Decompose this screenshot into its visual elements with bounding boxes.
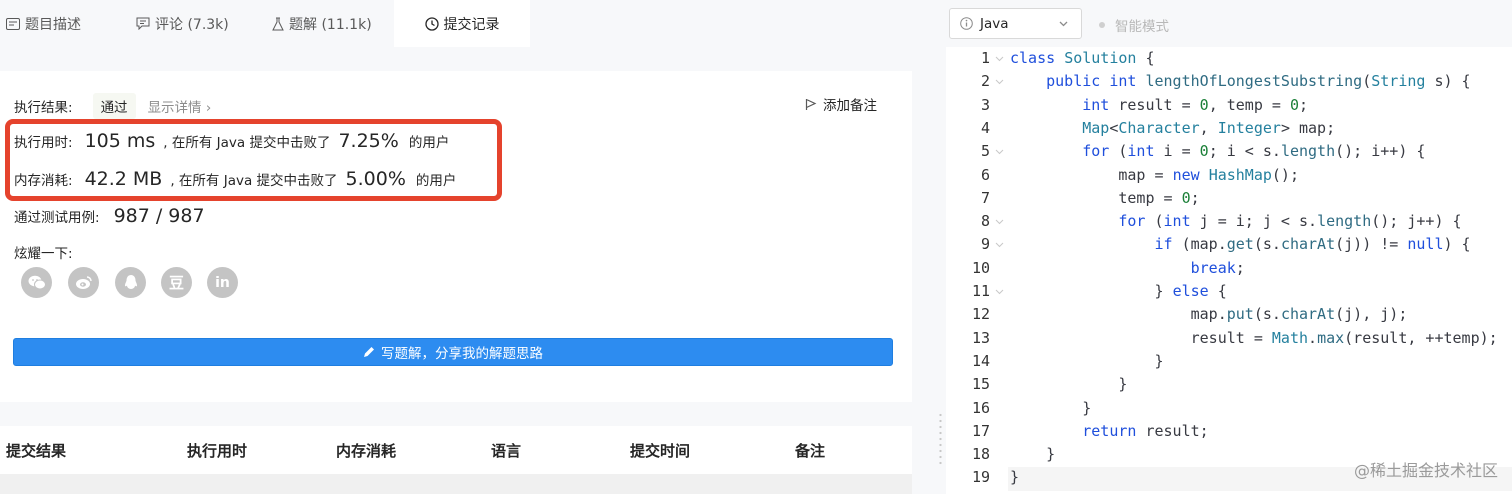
flask-icon xyxy=(272,17,284,30)
line-number: 17 xyxy=(971,421,990,440)
left-pane: 题目描述 评论 (7.3k) 题解 (11.1k) 提交记录 执行结果: 通过 … xyxy=(0,0,935,494)
code-line: } xyxy=(1010,351,1164,370)
description-icon xyxy=(6,17,20,30)
line-number: 14 xyxy=(971,351,990,370)
tab-comments[interactable]: 评论 (7.3k) xyxy=(136,0,229,47)
fold-chevron-icon[interactable] xyxy=(995,140,1005,163)
submissions-table-header: 提交结果 执行用时 内存消耗 语言 提交时间 备注 xyxy=(0,426,912,474)
code-line: } xyxy=(1010,398,1092,417)
testcases-label: 通过测试用例: xyxy=(14,210,100,226)
result-row: 执行结果: 通过 显示详情 › xyxy=(14,93,211,119)
code-line: class Solution { xyxy=(1010,49,1155,67)
col-memory[interactable]: 内存消耗 xyxy=(336,426,396,474)
weibo-icon[interactable] xyxy=(68,267,99,298)
tab-description[interactable]: 题目描述 xyxy=(6,0,81,47)
add-note-label: 添加备注 xyxy=(823,98,877,114)
language-select[interactable]: Java xyxy=(949,8,1082,39)
pencil-icon xyxy=(364,347,374,357)
flag-icon xyxy=(805,98,817,110)
qq-icon[interactable] xyxy=(115,267,146,298)
highlight-box xyxy=(5,119,502,201)
code-line: result = Math.max(result, ++temp); xyxy=(1010,328,1498,347)
chevron-down-icon xyxy=(1059,21,1068,27)
code-line: temp = 0; xyxy=(1010,188,1200,207)
line-number: 4 xyxy=(980,118,990,137)
smart-mode-label: 智能模式 xyxy=(1115,19,1169,35)
write-solution-button[interactable]: 写题解，分享我的解题思路 xyxy=(13,338,893,366)
add-note-button[interactable]: 添加备注 xyxy=(805,94,877,114)
line-number: 5 xyxy=(980,142,990,161)
tab-bar: 题目描述 评论 (7.3k) 题解 (11.1k) 提交记录 xyxy=(0,0,935,47)
tab-submissions[interactable]: 提交记录 xyxy=(394,0,530,47)
linkedin-icon[interactable]: in xyxy=(207,267,238,298)
fold-chevron-icon[interactable] xyxy=(995,233,1005,256)
tab-solutions[interactable]: 题解 (11.1k) xyxy=(272,0,372,47)
table-row[interactable] xyxy=(0,474,912,494)
info-icon xyxy=(960,17,973,30)
code-line: for (int i = 0; i < s.length(); i++) { xyxy=(1082,142,1426,161)
result-label: 执行结果: xyxy=(14,100,73,116)
wechat-icon[interactable] xyxy=(21,267,52,298)
code-line: public int lengthOfLongestSubstring(Stri… xyxy=(1046,72,1471,91)
code-line: map = new HashMap(); xyxy=(1010,165,1299,184)
status-badge: 通过 xyxy=(92,93,136,119)
line-number: 7 xyxy=(980,188,990,207)
line-number: 18 xyxy=(971,445,990,464)
col-result[interactable]: 提交结果 xyxy=(6,426,66,474)
code-line: map.put(s.charAt(j), j); xyxy=(1010,305,1408,324)
col-runtime[interactable]: 执行用时 xyxy=(187,426,247,474)
comment-icon xyxy=(136,17,150,30)
line-number: 1 xyxy=(980,49,990,67)
col-language[interactable]: 语言 xyxy=(491,426,521,474)
watermark: @稀土掘金技术社区 xyxy=(1353,461,1498,480)
line-number: 11 xyxy=(971,282,990,300)
line-number: 3 xyxy=(980,95,990,114)
clock-icon xyxy=(424,16,439,31)
line-number: 10 xyxy=(971,258,990,277)
fold-chevron-icon[interactable] xyxy=(995,70,1005,93)
line-number: 19 xyxy=(971,468,990,487)
code-line: for (int j = i; j < s.length(); j++) { xyxy=(1118,212,1462,231)
code-line: return result; xyxy=(1082,421,1209,440)
testcases-value: 987 / 987 xyxy=(113,205,205,227)
smart-mode-toggle[interactable]: 智能模式 xyxy=(1099,15,1169,35)
write-solution-label: 写题解，分享我的解题思路 xyxy=(381,346,543,362)
fold-chevron-icon[interactable] xyxy=(995,280,1005,303)
col-submit-time[interactable]: 提交时间 xyxy=(630,426,690,474)
line-number: 13 xyxy=(971,328,990,347)
code-line: if (map.get(s.charAt(j)) != null) { xyxy=(1154,235,1471,254)
code-line: int result = 0, temp = 0; xyxy=(1082,95,1309,114)
status-dot-icon xyxy=(1099,22,1105,28)
show-details-link[interactable]: 显示详情 › xyxy=(148,96,212,116)
line-number: 15 xyxy=(971,375,990,394)
code-line: } xyxy=(1010,375,1128,394)
code-editor[interactable]: 1 2 3 4 5 6 7 8 9 10 11 12 13 14 15 16 1… xyxy=(946,47,1512,494)
code-line: Map<Character, Integer> map; xyxy=(1082,118,1336,137)
editor-toolbar: Java 智能模式 xyxy=(946,0,1512,47)
drag-handle-icon[interactable] xyxy=(939,412,942,468)
line-number: 16 xyxy=(971,398,990,417)
testcases-row: 通过测试用例: 987 / 987 xyxy=(14,205,205,227)
code-line: break; xyxy=(1190,258,1245,277)
line-number: 2 xyxy=(980,72,990,91)
douban-icon[interactable]: 豆 xyxy=(161,267,192,298)
line-number: 6 xyxy=(980,165,990,184)
fold-chevron-icon[interactable] xyxy=(995,47,1005,70)
language-value: Java xyxy=(980,15,1009,32)
col-note[interactable]: 备注 xyxy=(795,426,825,474)
fold-chevron-icon[interactable] xyxy=(995,210,1005,233)
line-number: 9 xyxy=(980,235,990,254)
line-number: 12 xyxy=(971,305,990,324)
line-number: 8 xyxy=(980,212,990,231)
share-row: 炫耀一下: xyxy=(14,242,73,262)
code-line: } else { xyxy=(1010,282,1227,300)
share-label: 炫耀一下: xyxy=(14,246,73,262)
code-editor-pane: Java 智能模式 1 2 3 4 5 6 7 8 9 10 11 12 13 … xyxy=(946,0,1512,494)
